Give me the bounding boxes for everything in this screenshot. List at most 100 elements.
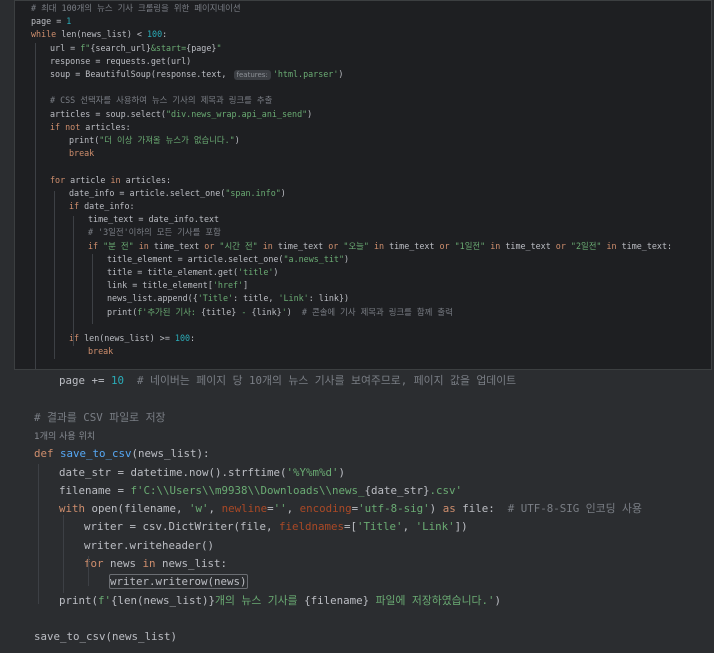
code-line[interactable]: while len(news_list) < 100: [31,28,167,41]
code-line[interactable]: # CSS 선택자를 사용하여 뉴스 기사의 제목과 링크를 추출 [50,94,272,107]
code-line[interactable]: print("더 이상 가져올 뉴스가 없습니다.") [69,134,240,147]
code-pane-bottom[interactable]: page += 10 # 네이버는 페이지 당 10개의 뉴스 기사를 보여주므… [14,370,712,653]
code-token: =[ [344,520,358,534]
code-token: '%Y%m%d' [286,465,339,479]
code-pane-top[interactable]: # 최대 100개의 뉴스 기사 크롤링을 위한 페이지네이션 page = 1w… [14,0,712,370]
code-token: writer.writeheader() [84,538,215,552]
code-editor[interactable]: # 최대 100개의 뉴스 기사 크롤링을 위한 페이지네이션 page = 1w… [0,0,714,653]
code-line[interactable]: def save_to_csv(news_list): [34,445,210,463]
code-line[interactable]: filename = f'C:\\Users\\m9938\\Downloads… [59,482,462,500]
code-line[interactable]: if date_info: [69,200,135,213]
code-token: len(news_list) < [61,29,147,40]
code-token: print( [69,135,100,145]
code-line[interactable]: for article in articles: [50,174,171,187]
code-token: in [142,557,163,570]
code-token: date_str = datetime.now().strftime( [59,465,287,479]
code-token: "시간 전" [219,240,258,251]
code-token: 파일에 저장하였습니다.' [369,593,495,607]
code-line[interactable]: date_info = article.select_one("span.inf… [69,187,286,200]
code-token: break [88,346,114,357]
code-line[interactable]: soup = BeautifulSoup(response.text, feat… [50,68,343,81]
indent-guide [73,216,74,346]
code-line[interactable]: date_str = datetime.now().strftime('%Y%m… [59,464,345,482]
code-line[interactable]: url = f"{search_url}&start={page}" [50,42,221,55]
code-line[interactable]: page = 1 [31,15,71,28]
code-line[interactable]: writer.writeheader() [84,537,214,555]
code-line[interactable]: # 결과를 CSV 파일로 저장 [34,409,165,427]
code-token: 'Title' [197,293,234,304]
code-token: 10 [111,374,125,387]
code-token: break [69,148,95,159]
code-line[interactable]: writer = csv.DictWriter(file, fieldnames… [84,518,468,536]
indent-guide [63,515,64,593]
parameter-hint: features: [233,69,271,80]
code-token: article [70,174,111,185]
code-token: save_to_csv(news_list) [34,630,178,644]
code-token: ) [338,465,346,479]
code-token: # 결과를 CSV 파일로 저장 [34,410,166,424]
code-token: time_text [505,240,556,251]
code-line[interactable]: articles = soup.select("div.news_wrap.ap… [50,108,312,121]
code-token: page = [31,16,67,27]
code-line[interactable]: news_list.append({'Title': title, 'Link'… [107,292,349,305]
code-token: 'href' [212,280,244,291]
code-token: with [59,502,92,516]
code-line[interactable]: title = title_element.get('title') [107,266,278,279]
code-line[interactable]: # '3일전'이하의 모든 기사를 포함 [88,226,221,239]
code-token: "span.info" [225,187,281,198]
code-token: ) [280,187,286,198]
code-token: " [216,42,222,53]
code-token: 100 [146,29,163,40]
code-token: # 최대 100개의 뉴스 기사 크롤링을 위한 페이지네이션 [31,3,241,13]
code-token: : [162,29,168,40]
code-token: file: [462,502,508,516]
code-token: "a.news_tit" [283,253,344,264]
code-token: time_text = date_info.text [88,214,220,225]
code-token: 'Title' [357,520,403,534]
code-token: ) [494,593,501,607]
code-line[interactable]: if not articles: [50,121,131,134]
code-line[interactable]: writer.writerow(news) [109,573,248,591]
code-line[interactable]: link = title_element['href'] [107,279,248,292]
indent-guide [35,43,36,369]
code-line[interactable]: if len(news_list) >= 100: [69,332,195,345]
code-token: {date_str} [364,483,430,497]
code-token: 'title' [238,267,274,277]
code-token: 1 [66,16,72,27]
code-token: 개의 뉴스 기사를 [215,593,305,607]
code-line[interactable]: title_element = article.select_one("a.ne… [107,253,349,266]
code-token: - [236,306,252,317]
code-line[interactable]: if "분 전" in time_text or "시간 전" in time_… [88,240,672,253]
code-token: articles: [125,174,172,185]
code-token: news [110,557,143,570]
code-line[interactable]: response = requests.get(url) [50,55,191,68]
code-line[interactable]: print(f'추가된 기사: {title} - {link}') # 콘솔에… [107,306,453,319]
code-line[interactable]: print(f'{len(news_list)}개의 뉴스 기사를 {filen… [59,592,501,610]
usage-hint: 1개의 사용 위치 [34,431,96,442]
code-line[interactable]: break [69,147,94,160]
code-token: time_text [153,240,205,251]
code-line[interactable]: page += 10 # 네이버는 페이지 당 10개의 뉴스 기사를 보여주므… [59,372,516,390]
code-token: 'w' [189,502,209,516]
code-line[interactable]: for news in news_list: [84,555,227,573]
code-line[interactable]: time_text = date_info.text [88,213,219,226]
code-line[interactable]: with open(filename, 'w', newline='', enc… [59,500,642,518]
code-line[interactable]: 1개의 사용 위치 [34,427,95,445]
code-token: ] [243,280,249,291]
code-token: in [257,240,278,251]
code-token: writer = csv.DictWriter(file, [84,520,280,534]
code-token: in [110,174,126,185]
code-token: {filename} [304,593,370,607]
code-token: 'Link' [278,293,309,304]
code-token: if [88,240,104,251]
code-token: ) [429,502,443,516]
code-line[interactable]: break [88,345,113,358]
code-line[interactable]: save_to_csv(news_list) [34,628,177,646]
code-token: link = title_element[ [107,280,213,291]
code-token: 100 [174,333,191,343]
code-token: f" [80,42,91,53]
code-token: "2일전" [570,240,602,251]
code-line[interactable]: # 최대 100개의 뉴스 기사 크롤링을 위한 페이지네이션 [31,2,241,15]
code-token: len(news_list) >= [84,333,175,343]
code-token: ) [307,108,313,119]
